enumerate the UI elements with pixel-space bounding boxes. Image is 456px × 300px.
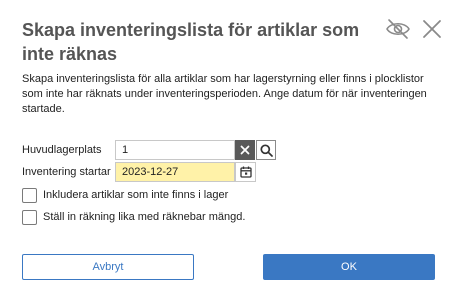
include-not-in-stock-row: Inkludera artiklar som inte finns i lage… [22,187,228,203]
eye-off-icon[interactable] [384,15,412,43]
include-not-in-stock-checkbox[interactable] [22,187,37,203]
inventory-start-row: Inventering startar [22,162,256,182]
set-count-equal-label: Ställ in räkning lika med räknebar mängd… [43,211,246,223]
inventory-start-label: Inventering startar [22,166,111,178]
set-count-equal-checkbox[interactable] [22,209,37,225]
main-warehouse-label: Huvudlagerplats [22,144,102,156]
dialog-description: Skapa inventeringslista för alla artikla… [22,73,427,115]
set-count-equal-row: Ställ in räkning lika med räknebar mängd… [22,209,245,225]
cancel-button[interactable]: Avbryt [22,254,194,280]
close-icon[interactable] [418,15,446,43]
dialog-title: Skapa inventeringslista för artiklar som… [22,20,360,64]
main-warehouse-row: Huvudlagerplats [22,140,276,160]
calendar-icon[interactable] [235,162,256,182]
clear-icon[interactable] [235,140,255,160]
include-not-in-stock-label: Inkludera artiklar som inte finns i lage… [43,189,229,201]
main-warehouse-input[interactable] [115,140,235,160]
search-icon[interactable] [256,140,276,160]
ok-button[interactable]: OK [263,254,435,280]
inventory-start-date-input[interactable] [115,162,235,182]
